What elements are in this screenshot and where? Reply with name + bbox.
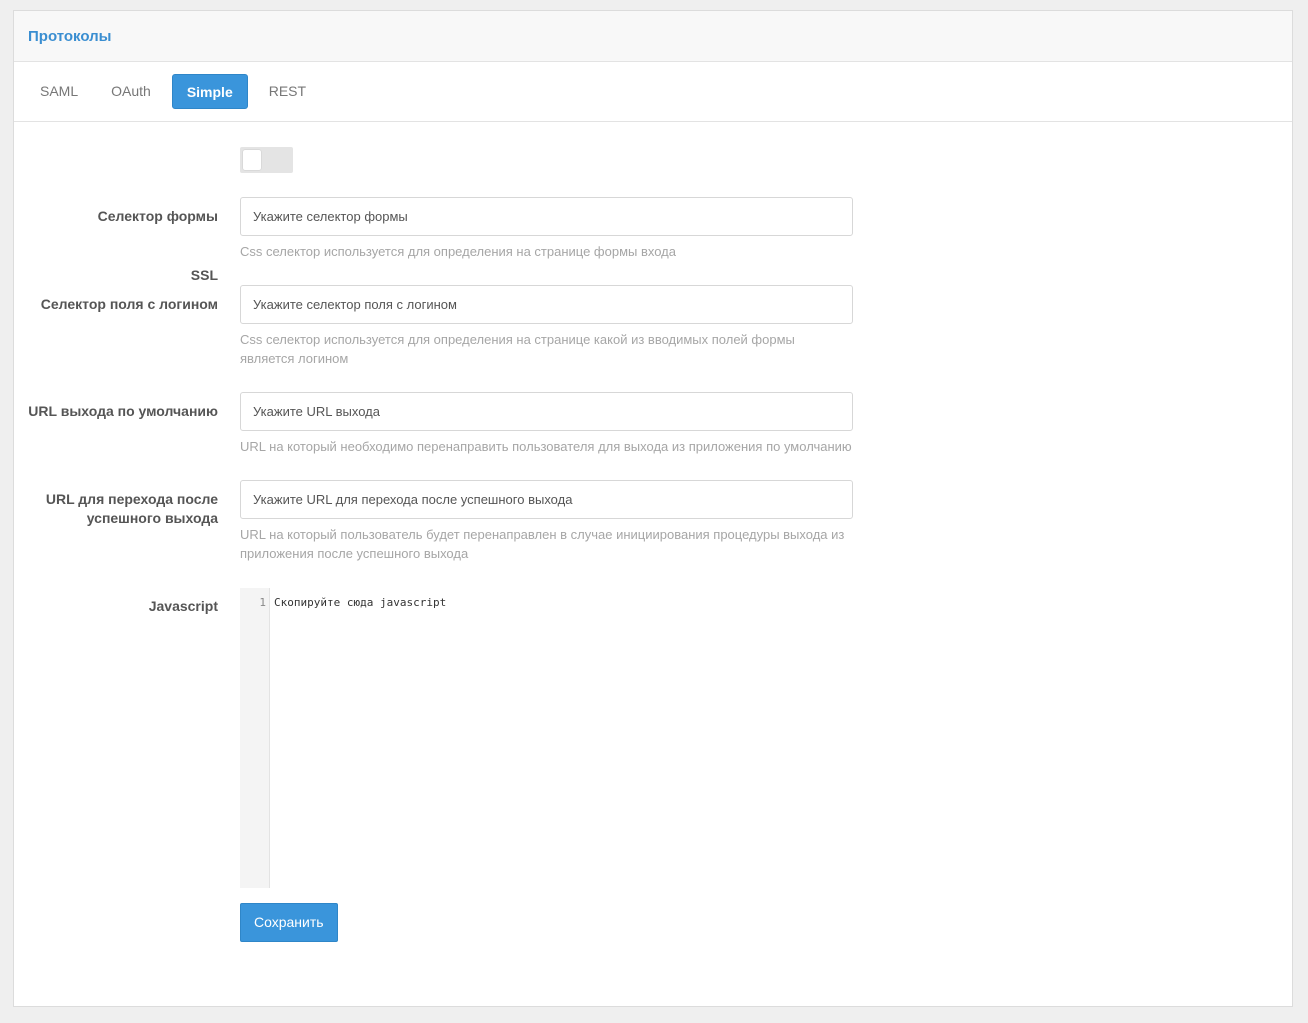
protocols-panel: Протоколы SAML OAuth Simple REST SSL Сел… (13, 10, 1293, 1007)
logout-url-input[interactable] (240, 392, 853, 431)
ssl-toggle[interactable] (240, 147, 293, 173)
panel-title: Протоколы (28, 27, 112, 45)
tab-saml[interactable]: SAML (28, 74, 90, 109)
logout-url-help: URL на который необходимо перенаправить … (240, 439, 852, 454)
toggle-knob (243, 150, 261, 170)
post-logout-url-label: URL для перехода после успешного выхода (45, 491, 218, 526)
logout-url-label: URL выхода по умолчанию (28, 403, 218, 419)
javascript-label: Javascript (148, 598, 218, 614)
editor-gutter: 1 (240, 588, 270, 888)
tab-oauth[interactable]: OAuth (99, 74, 163, 109)
panel-header: Протоколы (14, 11, 1292, 62)
post-logout-url-help: URL на который пользователь будет перена… (240, 527, 845, 561)
login-selector-help: Css селектор используется для определени… (240, 332, 795, 366)
protocol-tabs: SAML OAuth Simple REST (14, 62, 1292, 122)
login-selector-input[interactable] (240, 285, 853, 324)
form-selector-label: Селектор формы (97, 208, 218, 224)
form-selector-help: Css селектор используется для определени… (240, 244, 677, 259)
save-button[interactable]: Сохранить (240, 903, 338, 942)
login-selector-label: Селектор поля с логином (40, 296, 218, 312)
tab-rest[interactable]: REST (257, 74, 318, 109)
line-number: 1 (259, 596, 266, 609)
code-line: Скопируйте сюда javascript (274, 596, 447, 609)
javascript-editor[interactable]: 1 Скопируйте сюда javascript (240, 588, 853, 888)
form-selector-input[interactable] (240, 197, 853, 236)
post-logout-url-input[interactable] (240, 480, 853, 519)
ssl-label: SSL (190, 267, 218, 283)
tab-simple[interactable]: Simple (171, 74, 248, 109)
